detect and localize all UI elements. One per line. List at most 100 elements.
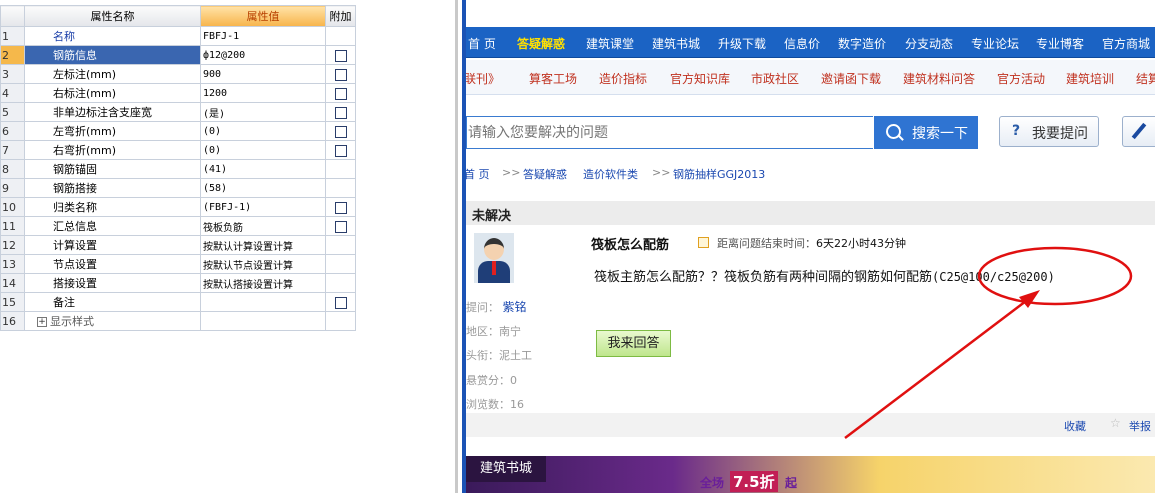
table-row[interactable]: 2 钢筋信息 ф12@200	[0, 45, 356, 65]
row-index[interactable]: 12	[0, 235, 25, 255]
property-value[interactable]: 按默认计算设置计算	[200, 235, 326, 255]
asker-name[interactable]: 紫铭	[503, 300, 527, 314]
nav-item-bookstore[interactable]: 建筑书城	[652, 35, 700, 52]
row-index[interactable]: 11	[0, 216, 25, 236]
row-index[interactable]: 15	[0, 292, 25, 312]
avatar[interactable]	[474, 233, 514, 283]
write-button[interactable]	[1122, 116, 1155, 147]
search-input[interactable]	[466, 116, 873, 149]
breadcrumb-category[interactable]: 造价软件类	[583, 166, 638, 182]
property-name-cell[interactable]: + 显示样式	[24, 311, 201, 331]
property-value[interactable]: (0)	[200, 121, 326, 141]
property-value[interactable]: (58)	[200, 178, 326, 198]
table-row[interactable]: 15 备注	[0, 292, 356, 312]
property-value[interactable]: (FBFJ-1)	[200, 197, 326, 217]
subnav-item-settle[interactable]: 结算	[1136, 70, 1155, 87]
row-index[interactable]: 8	[0, 159, 25, 179]
property-value[interactable]: 1200	[200, 83, 326, 103]
property-value[interactable]: 900	[200, 64, 326, 84]
property-name-cell[interactable]: 钢筋锚固	[24, 159, 201, 179]
table-row[interactable]: 6 左弯折(mm) (0)	[0, 121, 356, 141]
property-name-cell[interactable]: 钢筋搭接	[24, 178, 201, 198]
property-name-cell[interactable]: 归类名称	[24, 197, 201, 217]
nav-item-forum[interactable]: 专业论坛	[971, 35, 1019, 52]
table-row[interactable]: 12 计算设置 按默认计算设置计算	[0, 235, 356, 255]
row-index[interactable]: 2	[0, 45, 25, 65]
nav-item-price-info[interactable]: 信息价	[784, 35, 820, 52]
row-index[interactable]: 10	[0, 197, 25, 217]
row-index[interactable]: 9	[0, 178, 25, 198]
subnav-item-workshop[interactable]: 算客工场	[529, 70, 577, 87]
property-name-cell[interactable]: 备注	[24, 292, 201, 312]
subnav-item-municipal[interactable]: 市政社区	[751, 70, 799, 87]
grid-header-extra[interactable]: 附加	[325, 5, 356, 27]
property-name-cell[interactable]: 钢筋信息	[24, 45, 201, 65]
table-row[interactable]: 8 钢筋锚固 (41)	[0, 159, 356, 179]
subnav-item-materials[interactable]: 建筑材料问答	[903, 70, 975, 87]
table-row[interactable]: 11 汇总信息 筏板负筋	[0, 216, 356, 236]
table-row[interactable]: 7 右弯折(mm) (0)	[0, 140, 356, 160]
property-name-cell[interactable]: 左标注(mm)	[24, 64, 201, 84]
property-value[interactable]: (41)	[200, 159, 326, 179]
answer-button[interactable]: 我来回答	[596, 330, 671, 357]
table-row[interactable]: 16 + 显示样式	[0, 311, 356, 331]
search-button[interactable]: 搜索一下	[874, 116, 978, 149]
property-name-cell[interactable]: 左弯折(mm)	[24, 121, 201, 141]
extra-checkbox[interactable]	[334, 296, 347, 309]
extra-checkbox[interactable]	[334, 68, 347, 81]
breadcrumb-qa[interactable]: 答疑解惑	[523, 166, 567, 182]
extra-checkbox[interactable]	[334, 144, 347, 157]
table-row[interactable]: 1 名称 FBFJ-1	[0, 26, 356, 46]
report-link[interactable]: 举报	[1129, 418, 1151, 434]
nav-item-download[interactable]: 升级下载	[718, 35, 766, 52]
nav-item-blog[interactable]: 专业博客	[1036, 35, 1084, 52]
property-value[interactable]: FBFJ-1	[200, 26, 326, 46]
table-row[interactable]: 9 钢筋搭接 (58)	[0, 178, 356, 198]
expand-icon[interactable]: +	[37, 317, 47, 327]
table-row[interactable]: 4 右标注(mm) 1200	[0, 83, 356, 103]
extra-checkbox[interactable]	[334, 125, 347, 138]
nav-item-classroom[interactable]: 建筑课堂	[586, 35, 634, 52]
subnav-item-training[interactable]: 建筑培训	[1066, 70, 1114, 87]
table-row[interactable]: 13 节点设置 按默认节点设置计算	[0, 254, 356, 274]
table-row[interactable]: 14 搭接设置 按默认搭接设置计算	[0, 273, 356, 293]
extra-checkbox[interactable]	[334, 106, 347, 119]
breadcrumb-home[interactable]: 首 页	[466, 166, 490, 182]
property-name-cell[interactable]: 右弯折(mm)	[24, 140, 201, 160]
nav-item-home[interactable]: 首 页	[468, 35, 496, 52]
table-row[interactable]: 10 归类名称 (FBFJ-1)	[0, 197, 356, 217]
extra-checkbox[interactable]	[334, 49, 347, 62]
row-index[interactable]: 6	[0, 121, 25, 141]
table-row[interactable]: 5 非单边标注含支座宽 (是)	[0, 102, 356, 122]
property-value[interactable]: 按默认节点设置计算	[200, 254, 326, 274]
nav-item-branch[interactable]: 分支动态	[905, 35, 953, 52]
subnav-item-index[interactable]: 造价指标	[599, 70, 647, 87]
extra-checkbox[interactable]	[334, 87, 347, 100]
ad-banner[interactable]: 建筑书城 全场 7.5折 起	[466, 456, 1155, 493]
nav-item-qa[interactable]: 答疑解惑	[517, 35, 565, 52]
row-index[interactable]: 4	[0, 83, 25, 103]
property-name-cell[interactable]: 右标注(mm)	[24, 83, 201, 103]
property-name-cell[interactable]: 计算设置	[24, 235, 201, 255]
subnav-item-invite[interactable]: 邀请函下载	[821, 70, 881, 87]
nav-item-digital-cost[interactable]: 数字造价	[838, 35, 886, 52]
subnav-item-events[interactable]: 官方活动	[997, 70, 1045, 87]
nav-item-mall[interactable]: 官方商城	[1102, 35, 1150, 52]
favorite-link[interactable]: 收藏	[1064, 418, 1086, 434]
property-name-cell[interactable]: 汇总信息	[24, 216, 201, 236]
property-name-cell[interactable]: 节点设置	[24, 254, 201, 274]
table-row[interactable]: 3 左标注(mm) 900	[0, 64, 356, 84]
subnav-item-journal[interactable]: 联刊》	[466, 70, 500, 87]
row-index[interactable]: 5	[0, 102, 25, 122]
property-value[interactable]: ф12@200	[200, 45, 326, 65]
ask-question-button[interactable]: ? 我要提问	[999, 116, 1099, 147]
breadcrumb-current[interactable]: 钢筋抽样GGJ2013	[673, 166, 765, 182]
extra-checkbox[interactable]	[334, 201, 347, 214]
property-value[interactable]: (是)	[200, 102, 326, 122]
property-value[interactable]: 按默认搭接设置计算	[200, 273, 326, 293]
property-value[interactable]: (0)	[200, 140, 326, 160]
row-index[interactable]: 7	[0, 140, 25, 160]
splitter[interactable]	[455, 0, 458, 493]
subnav-item-kb[interactable]: 官方知识库	[670, 70, 730, 87]
property-name-cell[interactable]: 非单边标注含支座宽	[24, 102, 201, 122]
